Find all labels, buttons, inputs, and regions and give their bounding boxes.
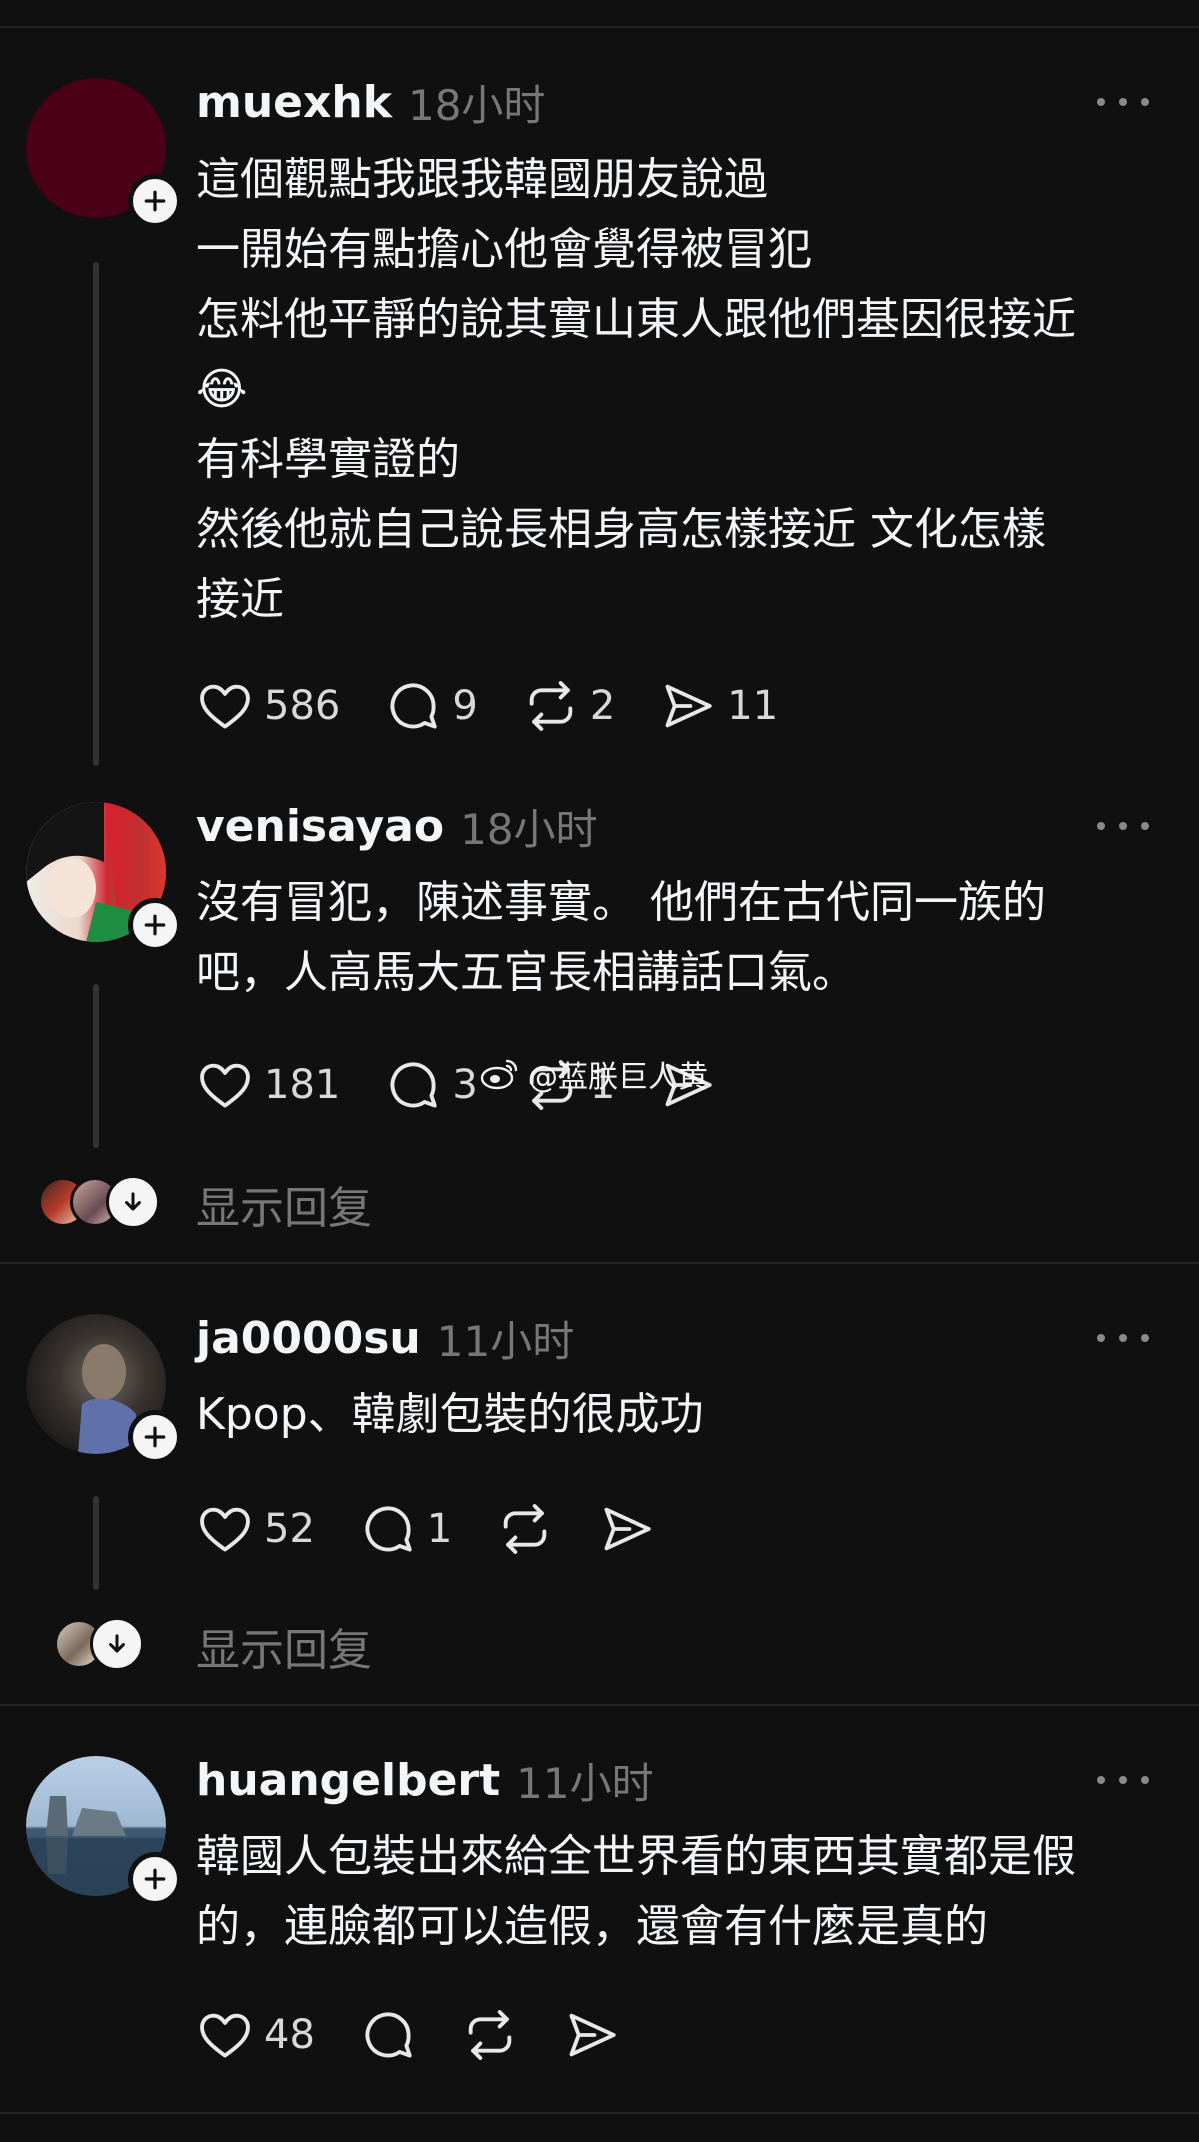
- repost-button[interactable]: [461, 2006, 519, 2064]
- comment-count: 1: [426, 1506, 453, 1552]
- action-bar: 586 9 2 11: [196, 676, 822, 736]
- follow-plus-icon[interactable]: [128, 1410, 182, 1464]
- weibo-logo-icon: [480, 1059, 518, 1090]
- share-send-icon: [659, 677, 717, 735]
- reply-avatars[interactable]: [38, 1172, 160, 1232]
- like-button[interactable]: 48: [196, 2006, 315, 2064]
- text-line: 然後他就自己說長相身高怎樣接近 文化怎樣: [196, 504, 1046, 555]
- text-line: 沒有冒犯，陳述事實。 他們在古代同一族的: [196, 877, 1046, 928]
- share-button[interactable]: 11: [659, 677, 778, 735]
- more-dots-icon[interactable]: [1097, 1770, 1149, 1790]
- text-line: 😂: [196, 364, 248, 415]
- text-line: 一開始有點擔心他會覺得被冒犯: [196, 224, 812, 275]
- comment-bubble-icon: [384, 1056, 442, 1114]
- share-count: 11: [727, 683, 779, 729]
- username[interactable]: venisayao: [196, 801, 444, 852]
- post-text: Kpop、韓劇包裝的很成功: [196, 1380, 1166, 1450]
- username[interactable]: ja0000su: [196, 1313, 421, 1364]
- avatar-ja0000su[interactable]: [26, 1314, 182, 1464]
- action-bar: 52 1: [196, 1499, 700, 1559]
- avatar-muexhk[interactable]: [26, 78, 182, 228]
- repost-icon: [496, 1500, 554, 1558]
- comment-count: 3: [452, 1062, 478, 1108]
- share-send-icon: [598, 1500, 656, 1558]
- comment-bubble-icon: [359, 1500, 417, 1558]
- post-divider: [0, 1262, 1199, 1264]
- like-button[interactable]: 181: [196, 1056, 340, 1114]
- show-replies-link[interactable]: 显示回复: [196, 1172, 372, 1236]
- avatar-huangelbert[interactable]: [26, 1756, 182, 1906]
- follow-plus-icon[interactable]: [128, 174, 182, 228]
- comment-button[interactable]: 3: [384, 1056, 478, 1114]
- timestamp: 18小时: [407, 80, 546, 130]
- repost-icon: [461, 2006, 519, 2064]
- top-divider: [0, 26, 1199, 28]
- comment-bubble-icon: [359, 2006, 417, 2064]
- post-text: 沒有冒犯，陳述事實。 他們在古代同一族的 吧，人高馬大五官長相講話口氣。: [196, 868, 1166, 1008]
- more-dots-icon[interactable]: [1097, 92, 1149, 112]
- username[interactable]: huangelbert: [196, 1755, 500, 1806]
- follow-plus-icon[interactable]: [128, 898, 182, 952]
- chevron-down-icon[interactable]: [106, 1175, 160, 1229]
- text-line: 的，連臉都可以造假，還會有什麼是真的: [196, 1901, 988, 1952]
- show-replies-link[interactable]: 显示回复: [196, 1614, 372, 1678]
- post-text: 韓國人包裝出來給全世界看的東西其實都是假 的，連臉都可以造假，還會有什麼是真的: [196, 1822, 1166, 1962]
- share-send-icon: [563, 2006, 621, 2064]
- more-dots-icon[interactable]: [1097, 1328, 1149, 1348]
- comment-button[interactable]: 1: [359, 1500, 452, 1558]
- thread-line: [93, 262, 99, 766]
- repost-button[interactable]: 2: [522, 677, 615, 735]
- comment-button[interactable]: [359, 2006, 417, 2064]
- more-dots-icon[interactable]: [1097, 816, 1149, 836]
- comment-count: 9: [452, 683, 478, 729]
- username[interactable]: muexhk: [196, 77, 392, 128]
- text-line: 怎料他平靜的說其實山東人跟他們基因很接近: [196, 294, 1076, 345]
- thread-line: [93, 984, 99, 1148]
- text-line: 吧，人高馬大五官長相講話口氣。: [196, 947, 856, 998]
- follow-plus-icon[interactable]: [128, 1852, 182, 1906]
- repost-count: 2: [589, 683, 616, 729]
- weibo-watermark: @蓝朕巨人黄: [480, 1052, 708, 1096]
- share-button[interactable]: [563, 2006, 621, 2064]
- timestamp: 11小时: [436, 1316, 575, 1366]
- text-line: 韓國人包裝出來給全世界看的東西其實都是假: [196, 1831, 1076, 1882]
- text-line: 有科學實證的: [196, 434, 460, 485]
- text-line: Kpop、韓劇包裝的很成功: [196, 1389, 704, 1440]
- post-divider: [0, 2112, 1199, 2114]
- post-text: 這個觀點我跟我韓國朋友說過 一開始有點擔心他會覺得被冒犯 怎料他平靜的說其實山東…: [196, 145, 1166, 635]
- like-count: 52: [264, 1506, 315, 1552]
- repost-button[interactable]: [496, 1500, 554, 1558]
- reply-avatars[interactable]: [54, 1614, 144, 1674]
- watermark-text: @蓝朕巨人黄: [528, 1060, 708, 1095]
- post-divider: [0, 1704, 1199, 1706]
- text-line: 這個觀點我跟我韓國朋友說過: [196, 154, 768, 205]
- like-count: 181: [264, 1062, 341, 1108]
- repost-icon: [522, 677, 580, 735]
- heart-icon: [196, 1056, 254, 1114]
- like-count: 586: [264, 683, 341, 729]
- chevron-down-icon[interactable]: [90, 1617, 144, 1671]
- heart-icon: [196, 1500, 254, 1558]
- text-line: 接近: [196, 574, 284, 625]
- timestamp: 18小时: [460, 804, 598, 854]
- comment-button[interactable]: 9: [384, 677, 478, 735]
- like-button[interactable]: 52: [196, 1500, 315, 1558]
- like-count: 48: [264, 2012, 315, 2058]
- action-bar: 48: [196, 2005, 665, 2065]
- comment-bubble-icon: [384, 677, 442, 735]
- heart-icon: [196, 677, 254, 735]
- avatar-venisayao[interactable]: [26, 802, 182, 952]
- thread-line: [93, 1496, 99, 1590]
- timestamp: 11小时: [516, 1758, 654, 1808]
- heart-icon: [196, 2006, 254, 2064]
- like-button[interactable]: 586: [196, 677, 340, 735]
- share-button[interactable]: [598, 1500, 656, 1558]
